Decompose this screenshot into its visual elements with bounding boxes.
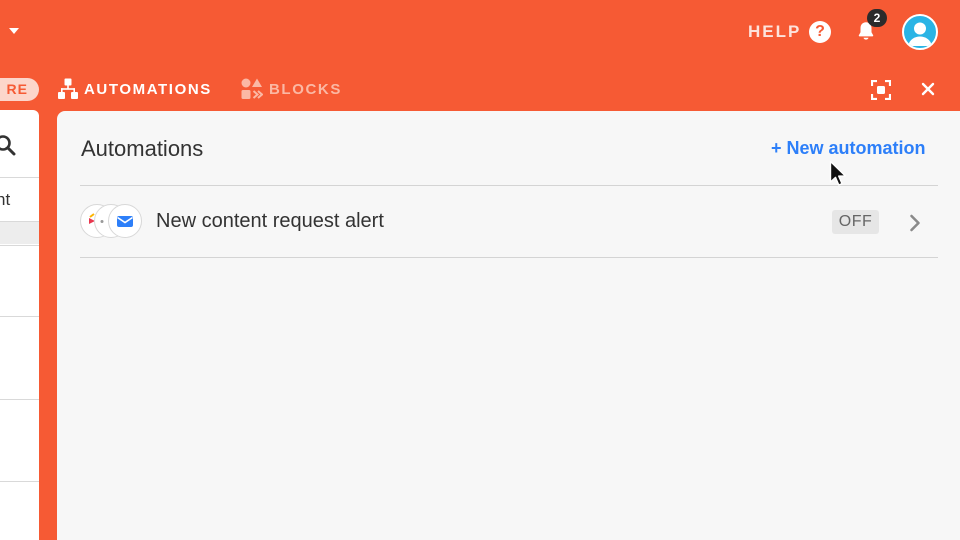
grid-view-panel: nt <box>0 110 39 540</box>
notification-count-badge: 2 <box>867 9 887 27</box>
automation-row[interactable]: New content request alert OFF <box>80 187 938 257</box>
group-header-row <box>0 222 39 244</box>
row-divider <box>0 177 39 178</box>
row-divider <box>0 245 39 246</box>
mouse-cursor-icon <box>829 160 846 186</box>
divider <box>80 185 938 186</box>
page-title: Automations <box>81 136 204 161</box>
tab-automations-label: AUTOMATIONS <box>84 80 212 98</box>
mail-icon <box>108 204 142 238</box>
status-badge: OFF <box>832 210 879 234</box>
row-divider <box>0 481 39 482</box>
tab-automations[interactable]: AUTOMATIONS <box>58 77 212 101</box>
blocks-icon <box>241 78 263 99</box>
top-bar: HELP ? 2 <box>0 0 960 64</box>
new-automation-button[interactable]: + New automation <box>771 138 926 159</box>
row-divider <box>0 316 39 317</box>
share-button[interactable]: RE <box>0 78 39 101</box>
notifications-button[interactable]: 2 <box>855 9 887 46</box>
help-icon[interactable]: ? <box>809 21 831 43</box>
automation-name: New content request alert <box>156 210 384 232</box>
search-icon[interactable] <box>0 134 16 156</box>
expand-icon[interactable] <box>871 80 891 100</box>
automation-icons <box>80 204 146 240</box>
divider <box>80 257 938 258</box>
share-button-label: RE <box>6 81 28 97</box>
help-link[interactable]: HELP <box>748 22 801 42</box>
avatar-icon <box>908 22 932 46</box>
column-header[interactable]: nt <box>0 190 10 210</box>
caret-down-icon[interactable] <box>9 28 19 34</box>
tab-blocks-label: BLOCKS <box>269 80 342 98</box>
row-divider <box>0 399 39 400</box>
chevron-right-icon[interactable] <box>909 214 921 232</box>
automations-icon <box>58 78 78 99</box>
automations-panel: Automations + New automation New content… <box>57 111 960 540</box>
tab-blocks[interactable]: BLOCKS <box>241 77 342 101</box>
close-icon[interactable] <box>921 82 935 96</box>
avatar[interactable] <box>902 14 938 50</box>
